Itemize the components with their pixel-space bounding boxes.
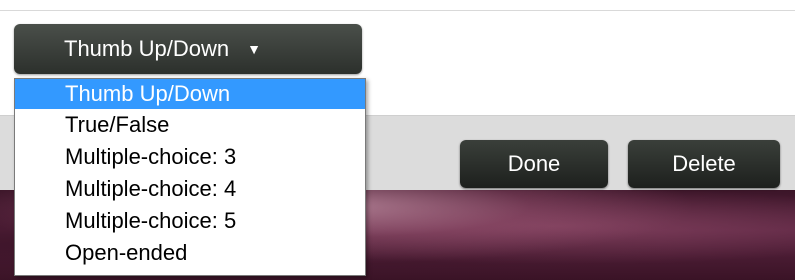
divider-line (0, 10, 795, 11)
option-multiple-choice-3[interactable]: Multiple-choice: 3 (15, 141, 365, 173)
done-button[interactable]: Done (460, 140, 608, 188)
option-open-ended[interactable]: Open-ended (15, 237, 365, 269)
question-type-select[interactable]: Thumb Up/Down ▼ (14, 24, 362, 74)
option-thumb-up-down[interactable]: Thumb Up/Down (15, 79, 365, 109)
caret-down-icon: ▼ (247, 41, 261, 57)
delete-button[interactable]: Delete (628, 140, 780, 188)
option-true-false[interactable]: True/False (15, 109, 365, 141)
question-type-dropdown: Thumb Up/Down True/False Multiple-choice… (14, 78, 366, 276)
select-current-value: Thumb Up/Down (64, 36, 230, 61)
option-multiple-choice-5[interactable]: Multiple-choice: 5 (15, 205, 365, 237)
option-multiple-choice-4[interactable]: Multiple-choice: 4 (15, 173, 365, 205)
